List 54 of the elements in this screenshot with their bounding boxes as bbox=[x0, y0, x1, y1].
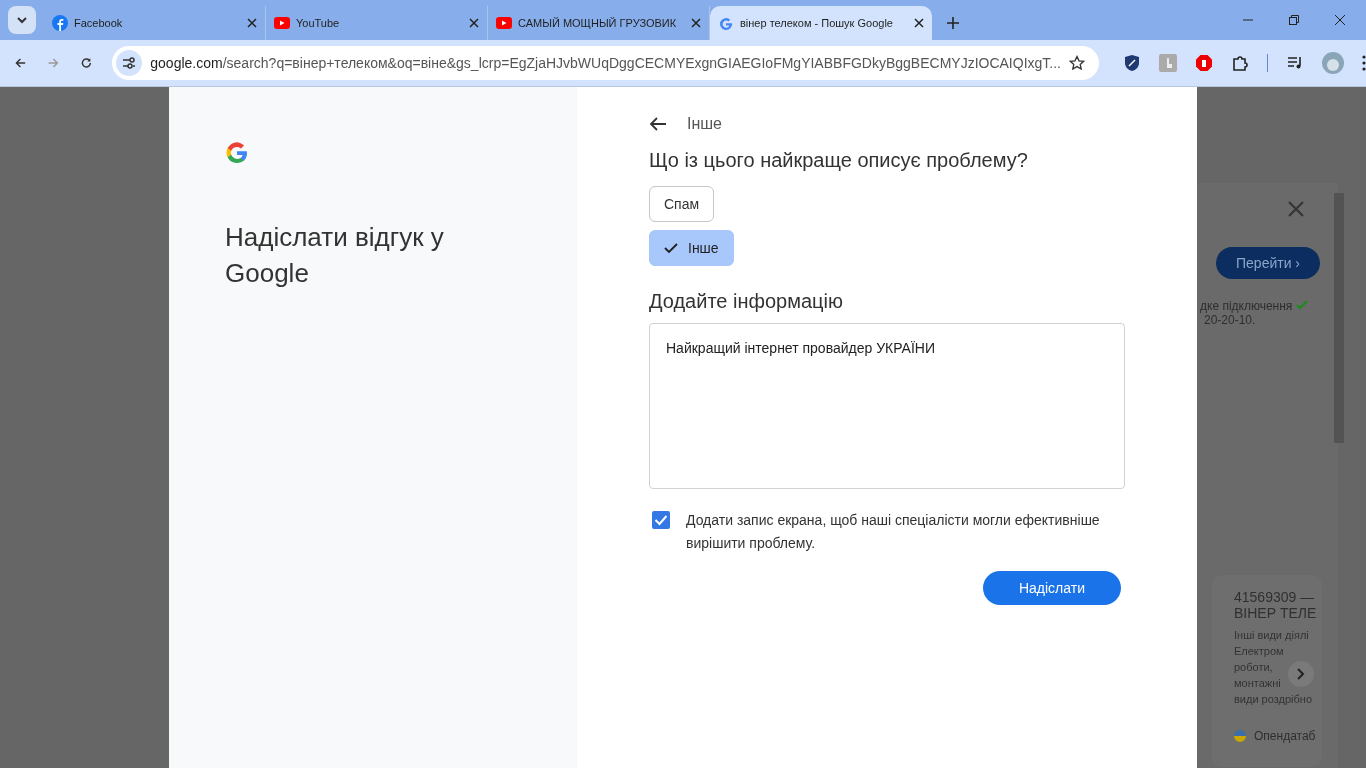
youtube-icon bbox=[496, 17, 512, 29]
close-icon[interactable] bbox=[1334, 14, 1346, 26]
stop-hand-icon[interactable] bbox=[1195, 54, 1213, 72]
menu-icon[interactable] bbox=[1362, 55, 1366, 71]
google-logo-icon bbox=[225, 141, 249, 165]
close-icon[interactable] bbox=[247, 18, 257, 28]
card-title: 41569309 — bbox=[1234, 589, 1316, 605]
send-button[interactable]: Надіслати bbox=[982, 571, 1121, 605]
source-name: Опендатаб bbox=[1254, 729, 1316, 743]
tab-title: YouTube bbox=[296, 17, 341, 29]
source-icon bbox=[1234, 730, 1246, 742]
dialog-title: Надіслати відгук у Google bbox=[225, 221, 445, 290]
check-icon bbox=[664, 242, 678, 254]
card-text: монтажні bbox=[1234, 676, 1281, 691]
section-label: Інше bbox=[687, 115, 722, 133]
go-button[interactable]: Перейти › bbox=[1216, 247, 1321, 279]
star-icon[interactable] bbox=[1069, 55, 1085, 71]
close-icon[interactable] bbox=[691, 18, 701, 28]
tab-title: Facebook bbox=[74, 17, 124, 29]
puzzle-icon[interactable] bbox=[1231, 54, 1249, 72]
youtube-icon bbox=[274, 17, 290, 29]
card-title: ВІНЕР ТЕЛЕ bbox=[1234, 605, 1318, 621]
site-settings-icon[interactable] bbox=[116, 50, 143, 76]
question-heading: Що із цього найкраще описує проблему? bbox=[649, 149, 1029, 172]
description-field[interactable]: Найкращий інтернет провайдер УКРАЇНИ bbox=[649, 323, 1125, 489]
facebook-icon bbox=[52, 15, 68, 31]
back-arrow-icon[interactable] bbox=[649, 116, 667, 132]
new-tab-icon[interactable] bbox=[946, 16, 960, 30]
checkbox[interactable] bbox=[652, 511, 670, 529]
card-text: Електром bbox=[1234, 644, 1284, 659]
caret-icon bbox=[16, 14, 28, 26]
option-chip[interactable]: Інше bbox=[649, 230, 734, 266]
close-icon[interactable] bbox=[914, 18, 924, 28]
info-text: дке підключення bbox=[1200, 299, 1308, 313]
browser-tab[interactable]: вінер телеком - Пошук Google bbox=[710, 6, 932, 40]
checkbox-label: Додати запис екрана, щоб наші спеціалісти могли ефективніше вирішити проблему. bbox=[686, 511, 1101, 553]
google-icon bbox=[718, 15, 734, 31]
card-text: Інші види діялі bbox=[1234, 628, 1309, 643]
option-chip[interactable]: Спам bbox=[649, 186, 715, 222]
card-text: види роздрібно bbox=[1234, 692, 1312, 707]
chevron-icon bbox=[1296, 668, 1306, 680]
card-text: роботи, bbox=[1234, 660, 1273, 675]
section-heading: Додайте інформацію bbox=[649, 290, 844, 313]
tab-title: вінер телеком - Пошук Google bbox=[740, 17, 894, 29]
shield-icon[interactable] bbox=[1123, 54, 1141, 72]
reload-icon[interactable] bbox=[79, 55, 93, 71]
address-bar[interactable]: google.com/search?q=вінер+телеком&oq=віне&gs_lcrp=EgZjaHJvbWUqDggCECMYExgnGIAEGIoFMgYIABBFGDkyBggBECMYJzIOCAIQIxgT... bbox=[112, 46, 1099, 80]
check-icon bbox=[1295, 300, 1308, 310]
tab-title: САМЫЙ МОЩНЫЙ ГРУЗОВИК bbox=[518, 17, 678, 29]
url-text: google.com/search?q=вінер+телеком&oq=віне&gs_lcrp=EgZjaHJvbWUqDggCECMYExgnGIAEGIoFMgYIABBFGDkyBggBECMYJzIOCAIQIxgT... bbox=[150, 55, 1061, 71]
info-text: 20-20-10. bbox=[1203, 313, 1257, 327]
restore-icon[interactable] bbox=[1288, 14, 1300, 26]
tab-search-button[interactable] bbox=[8, 6, 36, 34]
close-icon[interactable] bbox=[469, 18, 479, 28]
